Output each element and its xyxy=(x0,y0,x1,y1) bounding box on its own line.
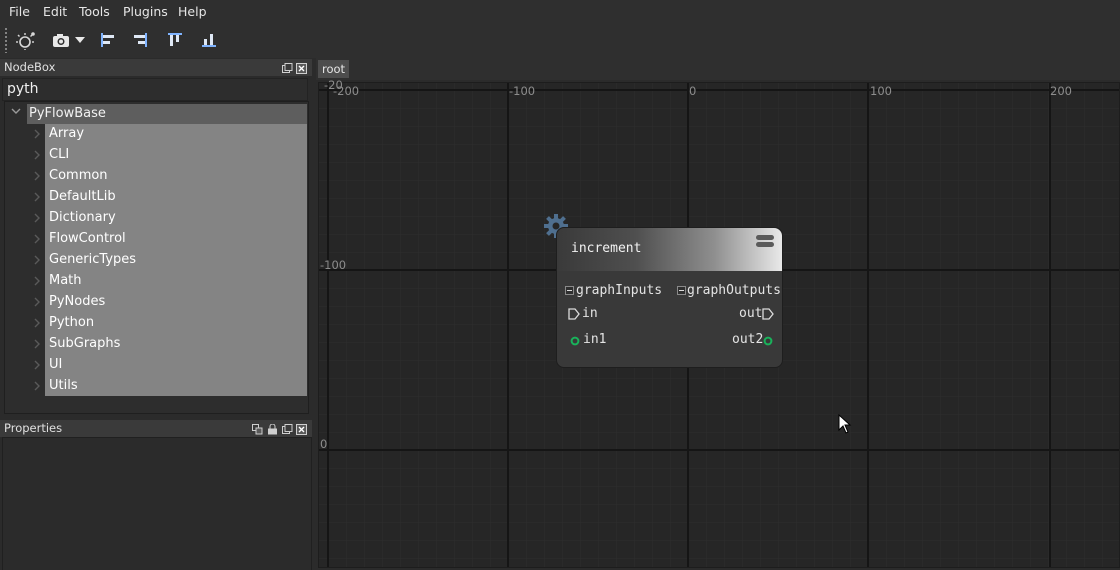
collapse-group-icon[interactable] xyxy=(565,286,574,295)
pin-out-label: out xyxy=(739,306,763,321)
tree-item-label: PyNodes xyxy=(49,294,106,309)
tree-item-label: CLI xyxy=(49,147,70,162)
tree-item[interactable]: DefaultLib xyxy=(34,187,307,208)
chevron-right-icon[interactable] xyxy=(33,318,41,328)
align-right-icon[interactable] xyxy=(126,26,154,54)
ruler-left-label: 0 xyxy=(320,437,328,451)
chevron-right-icon[interactable] xyxy=(33,360,41,370)
node-header[interactable]: increment xyxy=(557,228,782,271)
align-top-icon[interactable] xyxy=(161,26,189,54)
chevron-right-icon[interactable] xyxy=(33,339,41,349)
mouse-cursor-icon xyxy=(838,414,852,434)
chevron-right-icon[interactable] xyxy=(33,129,41,139)
tree-item-label: Utils xyxy=(49,378,78,393)
tree-item-label: FlowControl xyxy=(49,231,126,246)
tree-item-label: SubGraphs xyxy=(49,336,121,351)
tree-item-label: Python xyxy=(49,315,95,330)
ruler-left-label: -100 xyxy=(320,258,347,272)
chevron-right-icon[interactable] xyxy=(33,150,41,160)
align-bottom-icon[interactable] xyxy=(195,26,223,54)
ruler-top-label: -200 xyxy=(333,84,360,98)
tree-item-pyflowbase[interactable]: PyFlowBase xyxy=(27,104,307,124)
tree-item[interactable]: FlowControl xyxy=(34,229,307,250)
properties-titlebar[interactable]: Properties xyxy=(0,420,312,437)
pin-out2-label: out2 xyxy=(732,332,764,347)
close-icon[interactable] xyxy=(296,423,307,435)
menu-tools[interactable]: Tools xyxy=(79,4,110,19)
menu-help[interactable]: Help xyxy=(178,4,207,19)
graph-tab-bar: root xyxy=(316,58,1120,80)
sun-bug-icon[interactable] xyxy=(12,26,40,54)
tree-item-label: Math xyxy=(49,273,82,288)
menu-file[interactable]: File xyxy=(9,4,30,19)
exec-in-pin-icon[interactable] xyxy=(568,308,580,320)
tree-item-label: Dictionary xyxy=(49,210,116,225)
tree-item[interactable]: Python xyxy=(34,313,307,334)
tree-item[interactable]: PyNodes xyxy=(34,292,307,313)
data-out-pin-icon[interactable] xyxy=(763,336,773,346)
align-left-icon[interactable] xyxy=(94,26,122,54)
toolbar xyxy=(0,24,1120,58)
float-icon[interactable] xyxy=(282,423,293,434)
node-title: increment xyxy=(571,241,642,256)
dropdown-arrow-icon[interactable] xyxy=(70,26,90,54)
chevron-right-icon[interactable] xyxy=(33,276,41,286)
chevron-right-icon[interactable] xyxy=(33,297,41,307)
ruler-top-label: -100 xyxy=(509,84,536,98)
chevron-right-icon[interactable] xyxy=(33,171,41,181)
menu-edit[interactable]: Edit xyxy=(43,4,67,19)
properties-title: Properties xyxy=(4,421,63,435)
chevron-right-icon[interactable] xyxy=(33,213,41,223)
exec-out-pin-icon[interactable] xyxy=(762,308,774,320)
nodebox-tree: PyFlowBase Array CLI Common DefaultLib D… xyxy=(4,101,309,414)
nodebox-search-input[interactable] xyxy=(3,79,307,98)
tree-item[interactable]: GenericTypes xyxy=(34,250,307,271)
data-in-pin-icon[interactable] xyxy=(570,336,580,346)
ruler-top-label: 200 xyxy=(1050,84,1072,98)
close-icon[interactable] xyxy=(296,62,307,74)
chevron-down-icon[interactable] xyxy=(11,107,21,115)
collapse-group-icon[interactable] xyxy=(677,286,686,295)
pin-in-label: in xyxy=(582,306,598,321)
tree-item-label: DefaultLib xyxy=(49,189,116,204)
pin-in1-label: in1 xyxy=(583,332,607,347)
tree-item[interactable]: Common xyxy=(34,166,307,187)
tree-item-label: Array xyxy=(49,126,85,141)
collapse-icon[interactable] xyxy=(755,234,775,248)
tree-item-label: UI xyxy=(49,357,63,372)
nodebox-title: NodeBox xyxy=(4,60,56,74)
tree-item[interactable]: CLI xyxy=(34,145,307,166)
graph-inputs-label: graphInputs xyxy=(576,283,663,298)
nodebox-titlebar[interactable]: NodeBox xyxy=(0,59,312,76)
lock-icon[interactable] xyxy=(252,423,263,435)
properties-panel xyxy=(2,437,312,570)
tree-children: Array CLI Common DefaultLib Dictionary F… xyxy=(34,124,307,397)
float-icon[interactable] xyxy=(282,62,293,73)
tree-item[interactable]: Array xyxy=(34,124,307,145)
chevron-right-icon[interactable] xyxy=(33,381,41,391)
tree-item[interactable]: Math xyxy=(34,271,307,292)
tree-root-label: PyFlowBase xyxy=(29,106,106,121)
menu-bar: File Edit Tools Plugins Help xyxy=(0,0,1120,24)
lock-closed-icon[interactable] xyxy=(267,423,278,435)
tree-item[interactable]: Utils xyxy=(34,376,307,397)
graph-outputs-label: graphOutputs xyxy=(687,283,781,298)
tree-item[interactable]: UI xyxy=(34,355,307,376)
ruler-top-label: 0 xyxy=(689,84,697,98)
chevron-right-icon[interactable] xyxy=(33,234,41,244)
tab-root[interactable]: root xyxy=(318,60,350,78)
graph-node-increment[interactable]: increment graphInputs graphOutputs in ou… xyxy=(556,227,783,368)
tree-item[interactable]: Dictionary xyxy=(34,208,307,229)
menu-plugins[interactable]: Plugins xyxy=(123,4,168,19)
ruler-top-label: 100 xyxy=(870,84,892,98)
nodebox-search-field[interactable] xyxy=(2,78,308,101)
tree-item-label: Common xyxy=(49,168,108,183)
tree-item[interactable]: SubGraphs xyxy=(34,334,307,355)
tree-item-label: GenericTypes xyxy=(49,252,137,267)
chevron-right-icon[interactable] xyxy=(33,255,41,265)
chevron-right-icon[interactable] xyxy=(33,192,41,202)
toolbar-grip[interactable] xyxy=(4,27,8,53)
